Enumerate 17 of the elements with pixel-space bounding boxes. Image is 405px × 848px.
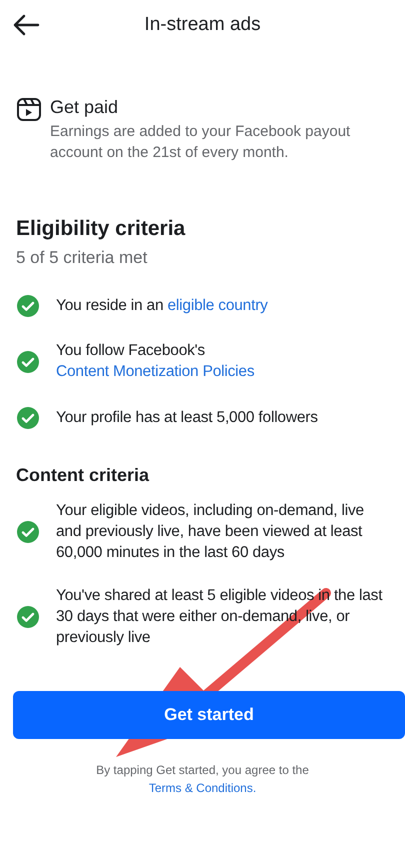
get-started-button[interactable]: Get started: [13, 690, 405, 739]
criteria-summary: 5 of 5 criteria met: [16, 246, 148, 268]
feature-description: Earnings are added to your Facebook payout account on the 21st of every month.: [50, 122, 352, 163]
section-heading: Content criteria: [16, 464, 150, 487]
video-payout-icon: [16, 96, 42, 122]
section-heading: Eligibility criteria: [16, 216, 186, 242]
page-title: In-stream ads: [143, 12, 262, 37]
criterion-text: You follow Facebook's Content Monetization Policies: [56, 341, 256, 382]
criterion-link[interactable]: eligible country: [168, 296, 268, 314]
criterion-text: You reside in an eligible country: [56, 296, 268, 316]
terms-link[interactable]: Terms & Conditions.: [148, 780, 256, 795]
feature-title: Get paid: [50, 96, 120, 119]
criterion-link[interactable]: Content Monetization Policies: [56, 363, 254, 380]
criterion-text: Your profile has at least 5,000 followers: [56, 408, 318, 428]
back-button[interactable]: [12, 13, 40, 37]
criterion-text: Your eligible videos, including on-demand, live and previously live, have been viewed at least 60,000 minutes in the last 60 days: [56, 501, 365, 563]
terms-notice: By tapping Get started, you agree to the: [95, 762, 310, 779]
